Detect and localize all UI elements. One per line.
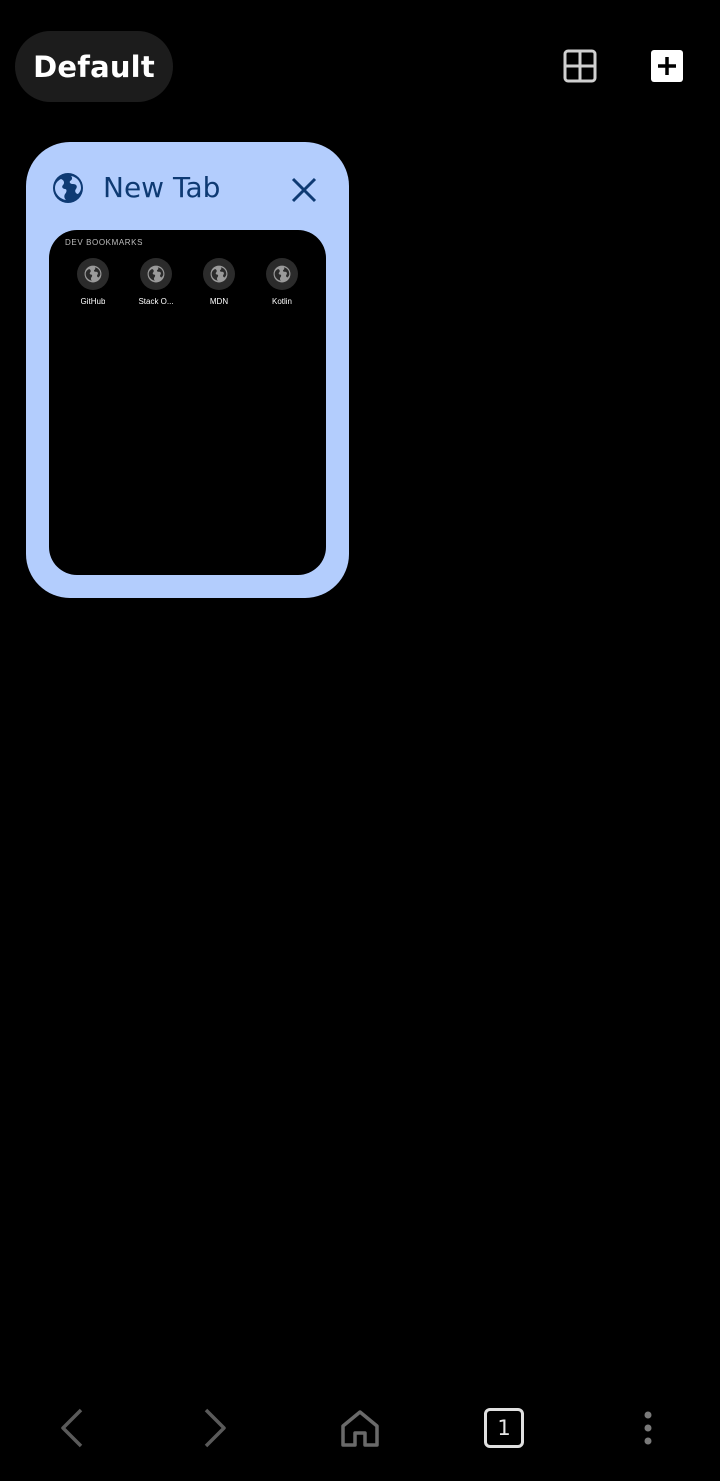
close-tab-button[interactable] [284, 170, 324, 210]
new-tab-button[interactable] [639, 38, 695, 94]
bookmark-item: MDN [191, 258, 247, 306]
globe-icon [266, 258, 298, 290]
grid-view-icon [563, 49, 597, 83]
tab-group-label: Default [33, 49, 155, 84]
globe-icon [203, 258, 235, 290]
menu-button[interactable] [620, 1400, 676, 1456]
bookmark-label: MDN [209, 297, 229, 306]
bookmark-label: Kotlin [271, 297, 292, 306]
tab-count-badge: 1 [484, 1408, 524, 1448]
home-icon [341, 1410, 379, 1447]
globe-icon [77, 258, 109, 290]
back-button[interactable] [44, 1400, 100, 1456]
tab-card[interactable]: New Tab DEV BOOKMARKS GitHub Stack O... [26, 142, 349, 598]
bookmark-item: Kotlin [254, 258, 310, 306]
back-arrow-icon [61, 1408, 83, 1448]
tab-preview: DEV BOOKMARKS GitHub Stack O... MDN Kotl… [49, 230, 326, 575]
forward-arrow-icon [204, 1408, 226, 1448]
bookmark-item: GitHub [65, 258, 121, 306]
close-icon [291, 177, 317, 203]
globe-icon [140, 258, 172, 290]
home-button[interactable] [332, 1400, 388, 1456]
bookmark-label: Stack O... [138, 297, 174, 306]
globe-icon [53, 173, 83, 203]
tab-title: New Tab [103, 171, 221, 204]
forward-button[interactable] [187, 1400, 243, 1456]
grid-view-button[interactable] [552, 38, 608, 94]
bookmarks-heading: DEV BOOKMARKS [65, 238, 144, 247]
tab-group-chip[interactable]: Default [15, 31, 173, 102]
tab-switcher-screen: Default New Tab DEV BOOKMARKS GitHub Sta… [0, 0, 720, 1481]
more-vert-icon [644, 1411, 652, 1445]
tab-switcher-button[interactable]: 1 [476, 1400, 532, 1456]
bookmark-item: Stack O... [128, 258, 184, 306]
bookmark-label: GitHub [80, 297, 106, 306]
add-tab-icon [651, 50, 683, 82]
